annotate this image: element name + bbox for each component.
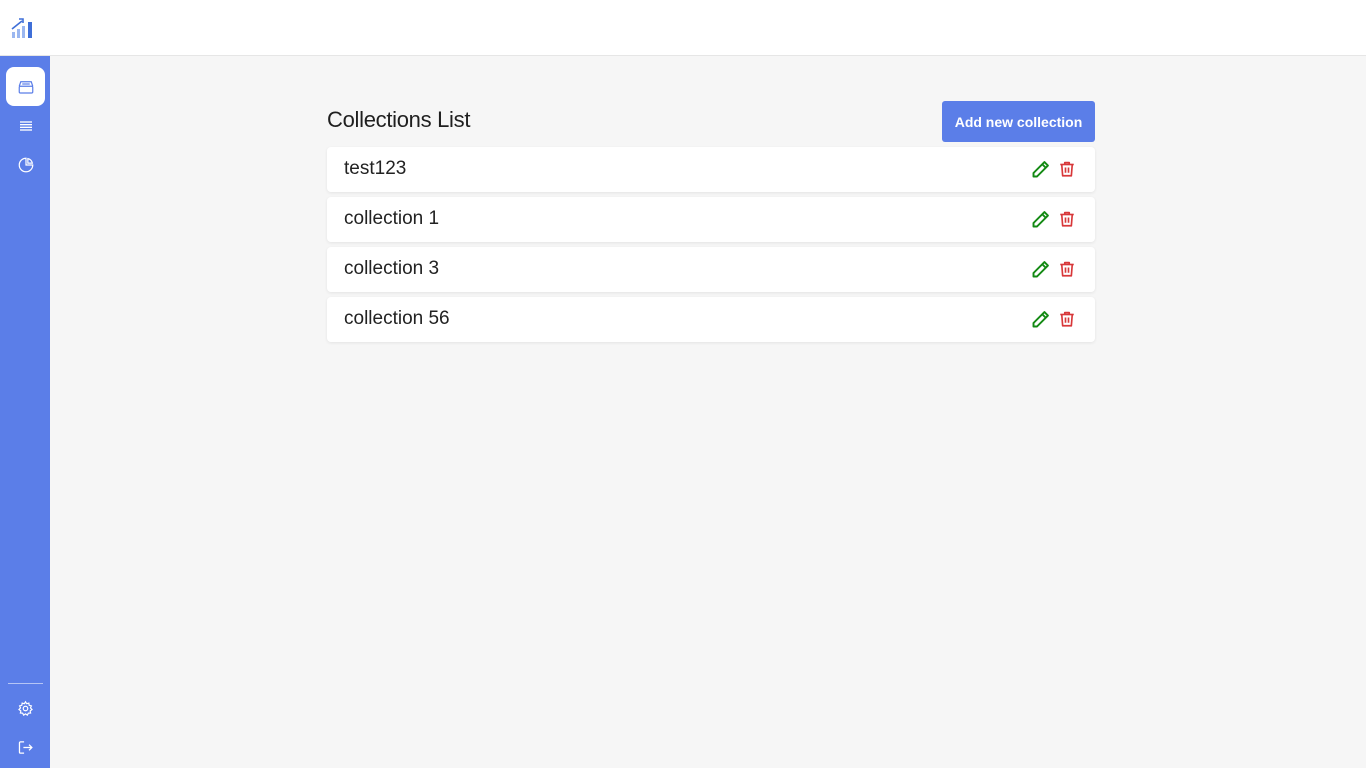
edit-collection-button[interactable] — [1029, 208, 1051, 230]
page-title: Collections List — [327, 107, 471, 132]
delete-collection-button[interactable] — [1057, 258, 1077, 280]
collections-list: test123 collection 1 collection 3 collec… — [327, 147, 1095, 342]
pie-chart-icon — [18, 157, 33, 172]
list-item[interactable]: collection 56 — [327, 297, 1095, 342]
top-bar — [0, 0, 1366, 56]
pencil-icon — [1032, 210, 1049, 227]
delete-collection-button[interactable] — [1057, 158, 1077, 180]
collection-name: collection 56 — [344, 308, 450, 329]
add-new-collection-button[interactable]: Add new collection — [942, 101, 1095, 142]
collection-name: collection 3 — [344, 258, 440, 279]
collections-panel: Collections List Add new collection test… — [327, 101, 1095, 347]
sidebar-item-collections[interactable] — [6, 67, 45, 106]
sidebar-item-settings[interactable] — [6, 689, 45, 728]
collection-name: collection 1 — [344, 208, 440, 229]
pencil-icon — [1032, 260, 1049, 277]
bar-chart-logo-icon[interactable] — [11, 16, 35, 40]
delete-collection-button[interactable] — [1057, 308, 1077, 330]
trash-icon — [1060, 161, 1074, 177]
list-lines-icon — [19, 120, 32, 131]
sidebar-item-logout[interactable] — [6, 728, 45, 767]
list-item[interactable]: test123 — [327, 147, 1095, 192]
trash-icon — [1060, 311, 1074, 327]
sidebar-divider — [8, 683, 43, 684]
sidebar — [0, 56, 50, 768]
archive-box-icon — [18, 80, 33, 94]
trash-icon — [1060, 211, 1074, 227]
edit-collection-button[interactable] — [1029, 308, 1051, 330]
sidebar-item-stats[interactable] — [6, 145, 45, 184]
trash-icon — [1060, 261, 1074, 277]
edit-collection-button[interactable] — [1029, 258, 1051, 280]
sidebar-item-list[interactable] — [6, 106, 45, 145]
gear-icon — [18, 700, 33, 717]
panel-header: Collections List Add new collection — [327, 101, 1095, 142]
logout-icon — [18, 741, 33, 754]
pencil-icon — [1032, 160, 1049, 177]
collection-name: test123 — [344, 158, 407, 179]
list-item[interactable]: collection 1 — [327, 197, 1095, 242]
pencil-icon — [1032, 310, 1049, 327]
edit-collection-button[interactable] — [1029, 158, 1051, 180]
list-item[interactable]: collection 3 — [327, 247, 1095, 292]
delete-collection-button[interactable] — [1057, 208, 1077, 230]
